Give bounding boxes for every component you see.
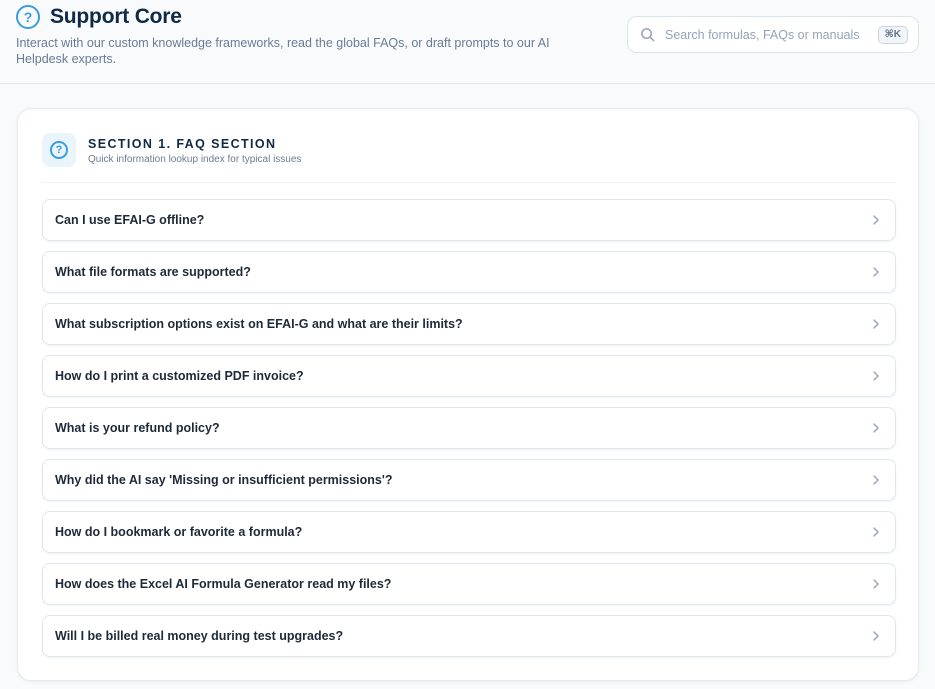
faq-question: How does the Excel AI Formula Generator …: [55, 577, 392, 591]
chevron-right-icon[interactable]: [871, 371, 881, 381]
faq-item[interactable]: Will I be billed real money during test …: [42, 615, 896, 657]
keyboard-shortcut-badge: ⌘K: [877, 26, 908, 44]
faq-item[interactable]: What file formats are supported?: [42, 251, 896, 293]
faq-item[interactable]: How do I print a customized PDF invoice?: [42, 355, 896, 397]
faq-item[interactable]: Can I use EFAI-G offline?: [42, 199, 896, 241]
section-title: SECTION 1. FAQ SECTION: [88, 137, 277, 151]
faq-question: Can I use EFAI-G offline?: [55, 213, 205, 227]
faq-question: How do I print a customized PDF invoice?: [55, 369, 304, 383]
chevron-right-icon[interactable]: [871, 579, 881, 589]
question-circle-icon: ?: [50, 141, 68, 159]
page-title: Support Core: [50, 5, 182, 28]
faq-question: What is your refund policy?: [55, 421, 220, 435]
section-subtitle: Quick information lookup index for typic…: [88, 154, 302, 165]
chevron-right-icon[interactable]: [871, 475, 881, 485]
chevron-right-icon[interactable]: [871, 267, 881, 277]
page-subtitle: Interact with our custom knowledge frame…: [16, 36, 550, 66]
question-circle-icon: ?: [16, 5, 40, 29]
chevron-right-icon[interactable]: [871, 527, 881, 537]
faq-question: Why did the AI say 'Missing or insuffici…: [55, 473, 393, 487]
faq-item[interactable]: What subscription options exist on EFAI-…: [42, 303, 896, 345]
faq-item[interactable]: Why did the AI say 'Missing or insuffici…: [42, 459, 896, 501]
faq-list: Can I use EFAI-G offline? What file forma…: [42, 199, 896, 667]
search-box[interactable]: ⌘K: [627, 16, 919, 53]
chevron-right-icon[interactable]: [871, 631, 881, 641]
faq-item[interactable]: How does the Excel AI Formula Generator …: [42, 563, 896, 605]
search-icon: [641, 28, 655, 42]
chevron-right-icon[interactable]: [871, 319, 881, 329]
faq-question: What file formats are supported?: [55, 265, 251, 279]
chevron-right-icon[interactable]: [871, 423, 881, 433]
faq-card: ? SECTION 1. FAQ SECTION Quick informati…: [17, 108, 919, 681]
faq-question: What subscription options exist on EFAI-…: [55, 317, 463, 331]
section-icon-box: ?: [42, 133, 76, 167]
faq-question: How do I bookmark or favorite a formula?: [55, 525, 303, 539]
faq-question: Will I be billed real money during test …: [55, 629, 344, 643]
title-row: ? Support Core: [16, 5, 182, 29]
faq-item[interactable]: How do I bookmark or favorite a formula?: [42, 511, 896, 553]
chevron-right-icon[interactable]: [871, 215, 881, 225]
search-input[interactable]: [665, 27, 861, 42]
page-header: ? Support Core Interact with our custom …: [0, 0, 935, 84]
faq-item[interactable]: What is your refund policy?: [42, 407, 896, 449]
section-header: ? SECTION 1. FAQ SECTION Quick informati…: [42, 133, 896, 183]
